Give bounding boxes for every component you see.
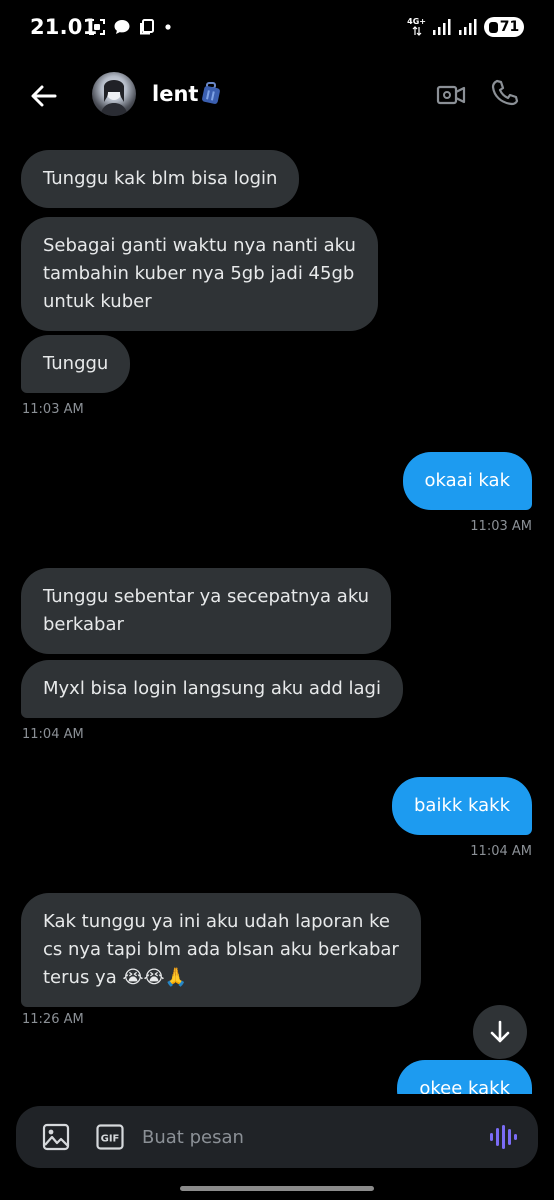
chat-bubble-icon bbox=[114, 20, 130, 34]
video-call-icon[interactable] bbox=[436, 80, 466, 110]
message-timestamp: 11:26 AM bbox=[22, 1012, 84, 1027]
gif-label: GIF bbox=[101, 1134, 120, 1145]
contact-name[interactable]: lent bbox=[152, 82, 198, 106]
status-bar: 21.01 4G+ 71 bbox=[0, 0, 554, 58]
incoming-message[interactable]: Myxl bisa login langsung aku add lagi bbox=[21, 660, 403, 718]
dot-icon bbox=[165, 24, 171, 30]
message-composer: GIF bbox=[16, 1106, 538, 1168]
incoming-message[interactable]: Tunggu sebentar ya secepatnya aku berkab… bbox=[21, 568, 392, 654]
message-timestamp: 11:03 AM bbox=[22, 402, 84, 417]
outgoing-message[interactable]: okee kakk bbox=[397, 1060, 532, 1094]
phone-call-icon[interactable] bbox=[490, 78, 520, 108]
message-timestamp: 11:04 AM bbox=[22, 727, 84, 742]
battery-charging-icon bbox=[488, 21, 498, 33]
message-timestamp: 11:04 AM bbox=[470, 844, 532, 859]
network-type: 4G+ bbox=[407, 18, 426, 36]
data-arrows-icon bbox=[412, 26, 422, 36]
system-indicators: 4G+ 71 bbox=[407, 17, 524, 37]
avatar[interactable] bbox=[92, 72, 136, 116]
incoming-message[interactable]: Tunggu kak blm bisa login bbox=[21, 150, 300, 208]
back-arrow-icon[interactable] bbox=[28, 80, 60, 112]
battery-level: 71 bbox=[499, 19, 520, 35]
screenshot-icon bbox=[89, 19, 105, 35]
message-thread[interactable]: Tunggu kak blm bisa login Sebagai ganti … bbox=[0, 136, 554, 1094]
gif-button[interactable]: GIF bbox=[96, 1124, 124, 1150]
avatar-photo bbox=[100, 80, 128, 116]
incoming-message[interactable]: Kak tunggu ya ini aku udah laporan ke cs… bbox=[21, 893, 421, 1007]
outgoing-message[interactable]: okaai kak bbox=[402, 452, 532, 510]
voice-message-icon[interactable] bbox=[488, 1124, 518, 1150]
incoming-message[interactable]: Sebagai ganti waktu nya nanti aku tambah… bbox=[21, 217, 378, 331]
home-indicator[interactable] bbox=[180, 1186, 374, 1191]
gif-icon: GIF bbox=[96, 1124, 124, 1150]
message-timestamp: 11:03 AM bbox=[470, 519, 532, 534]
message-input[interactable] bbox=[142, 1120, 462, 1154]
arrow-down-icon bbox=[490, 1020, 510, 1043]
suitcase-icon bbox=[202, 82, 220, 104]
image-icon[interactable] bbox=[42, 1123, 70, 1151]
signal-strength-2-icon bbox=[459, 19, 477, 35]
scroll-to-bottom-button[interactable] bbox=[473, 1005, 527, 1059]
copy-icon bbox=[140, 19, 154, 35]
signal-strength-icon bbox=[433, 19, 451, 35]
battery-indicator: 71 bbox=[484, 17, 524, 37]
incoming-message[interactable]: Tunggu bbox=[21, 335, 131, 393]
outgoing-message[interactable]: baikk kakk bbox=[391, 777, 532, 835]
notification-icons bbox=[88, 18, 173, 36]
conversation-header: lent bbox=[0, 58, 554, 136]
network-type-label: 4G+ bbox=[407, 17, 426, 26]
